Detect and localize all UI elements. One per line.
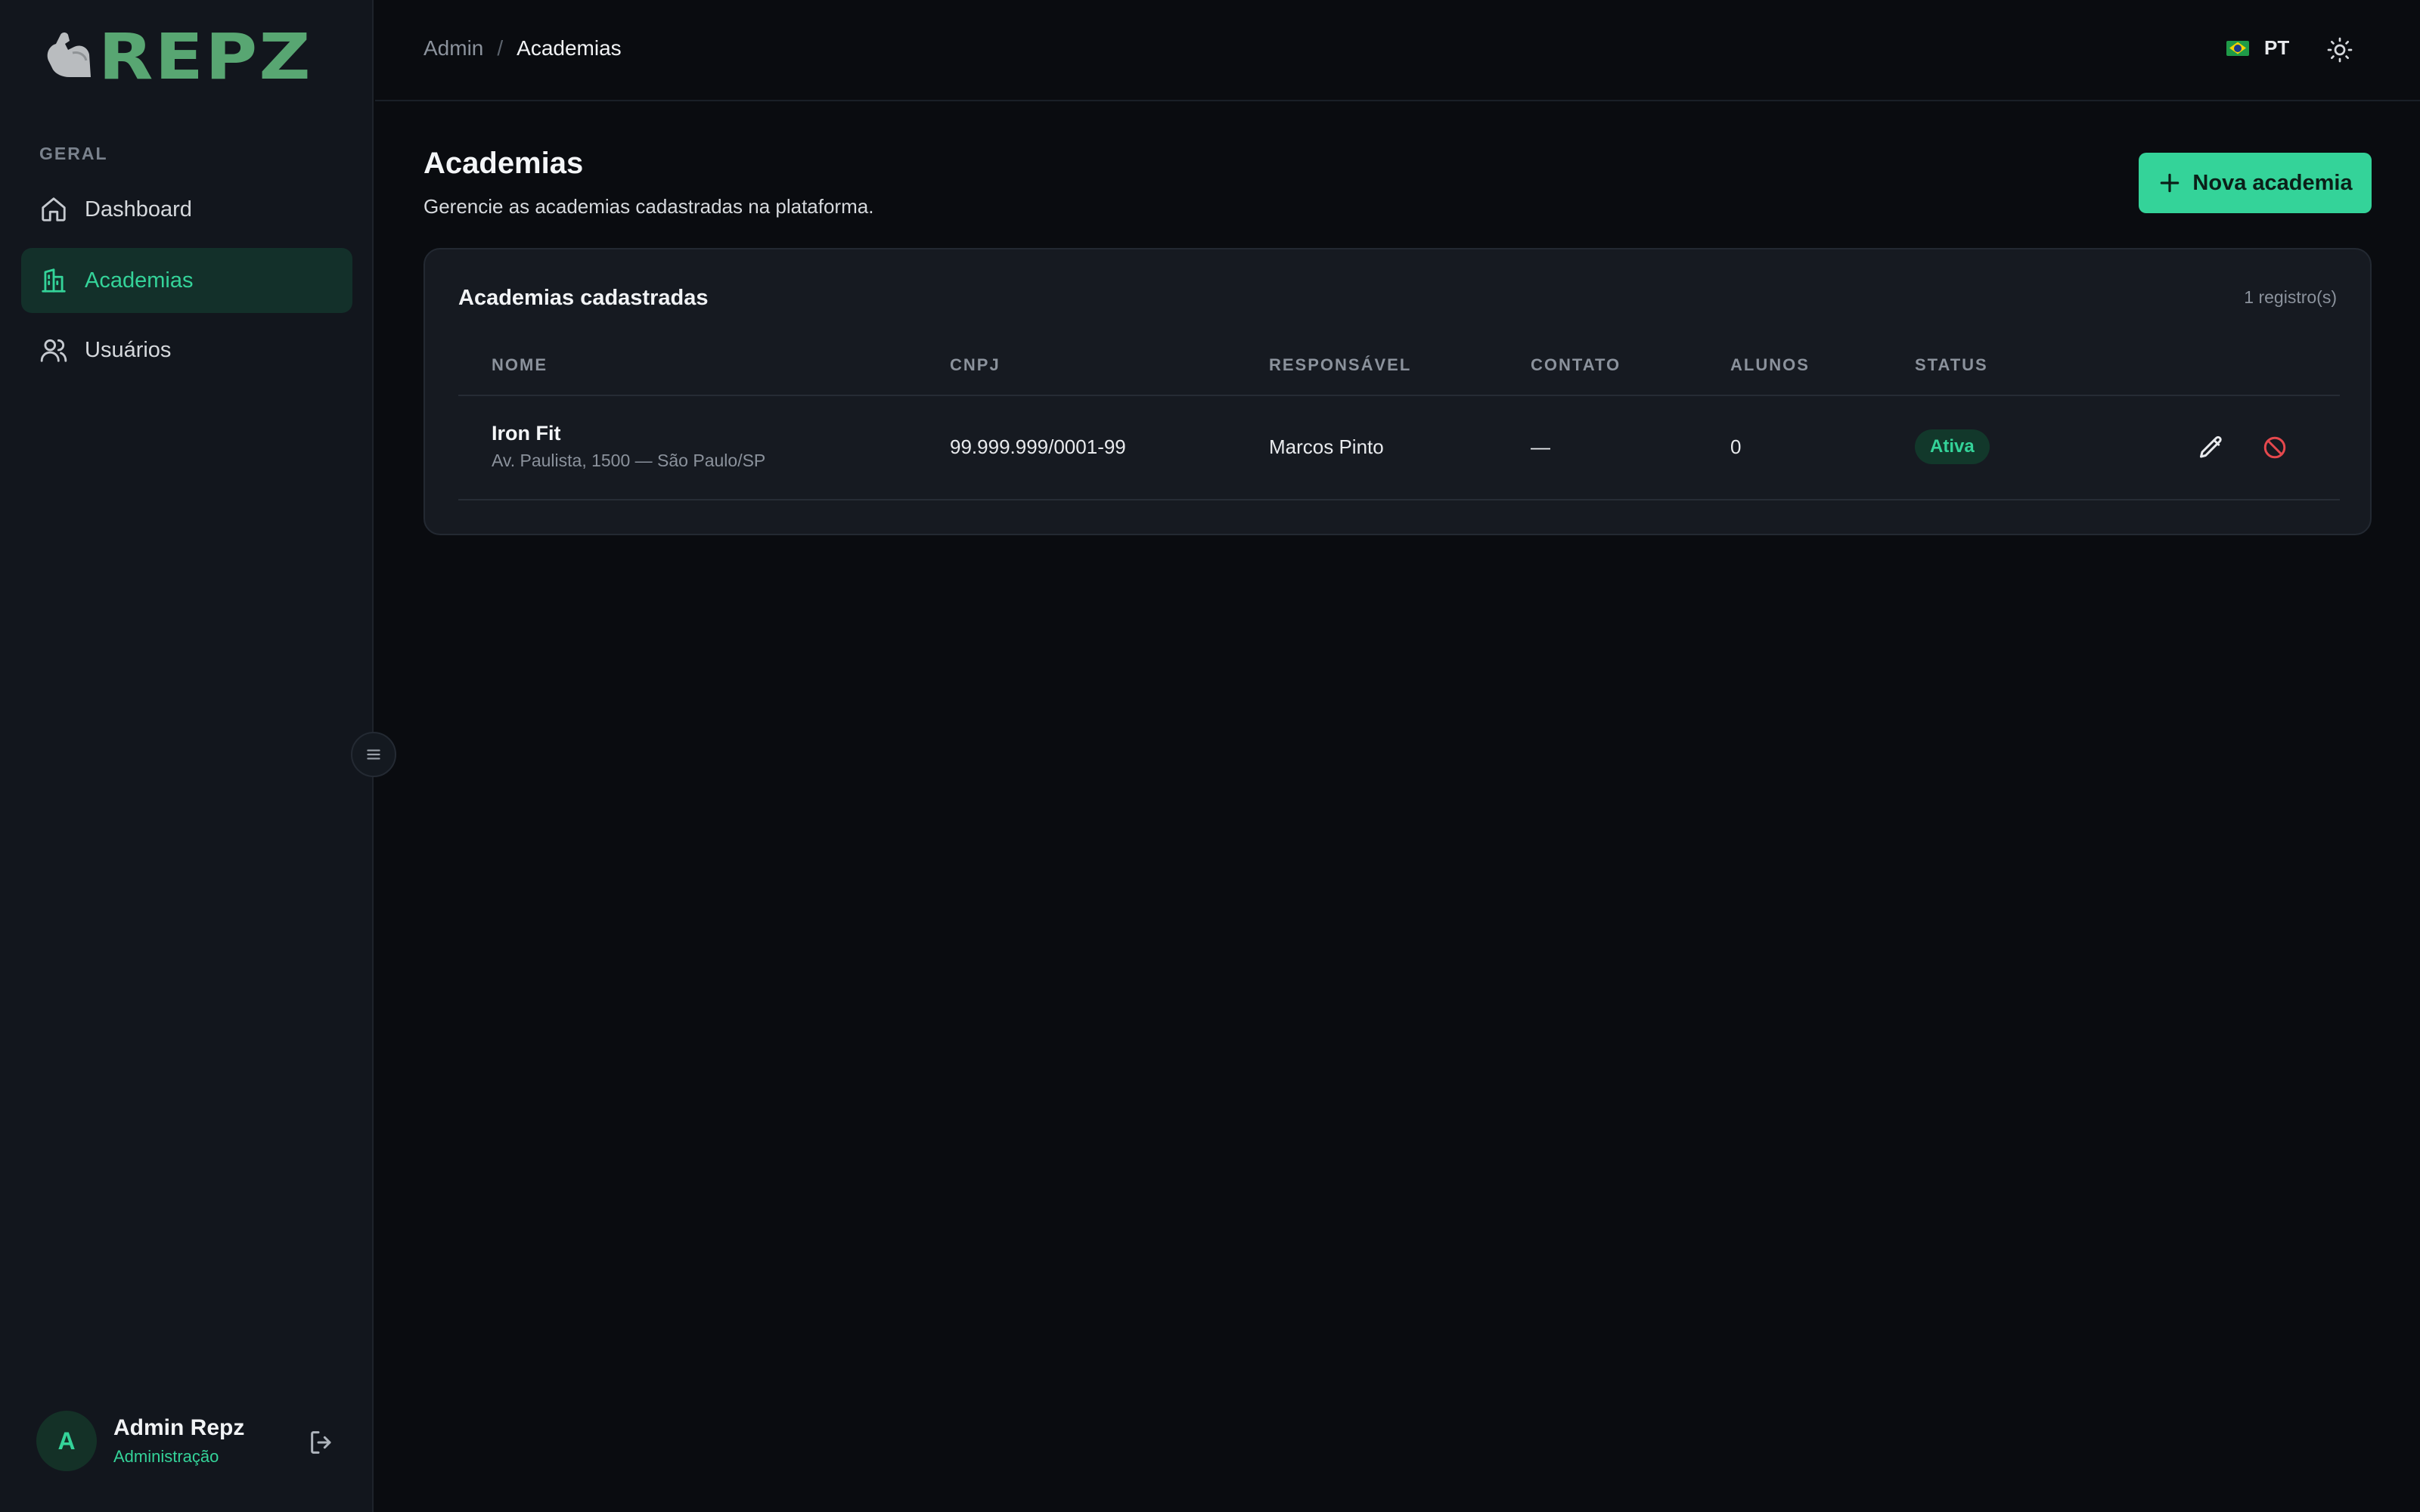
sidebar-item-dashboard[interactable]: Dashboard xyxy=(21,177,352,242)
home-icon xyxy=(42,197,66,222)
gym-responsavel: Marcos Pinto xyxy=(1269,435,1384,458)
academias-table-card: Academias cadastradas 1 registro(s) NOME… xyxy=(424,248,2372,535)
menu-icon xyxy=(367,749,380,760)
ban-icon xyxy=(2263,436,2286,459)
nav-section-label: GERAL xyxy=(39,144,108,163)
breadcrumb: Admin / Academias xyxy=(424,36,622,60)
user-name: Admin Repz xyxy=(113,1415,245,1440)
column-header-alunos[interactable]: ALUNOS xyxy=(1730,355,1810,375)
page-subtitle: Gerencie as academias cadastradas na pla… xyxy=(424,195,874,218)
new-academia-label: Nova academia xyxy=(2192,170,2353,195)
sidebar-item-academias[interactable]: Academias xyxy=(21,248,352,313)
gym-alunos: 0 xyxy=(1730,435,1742,458)
repz-logo[interactable]: REPZ xyxy=(42,25,333,88)
language-code: PT xyxy=(2264,36,2290,59)
logout-icon xyxy=(311,1431,331,1454)
plus-icon xyxy=(2161,173,2180,193)
sidebar-toggle-button[interactable] xyxy=(351,732,396,777)
breadcrumb-root[interactable]: Admin xyxy=(424,36,483,60)
building-icon xyxy=(42,268,66,293)
table-row-divider xyxy=(458,499,2340,500)
sun-icon xyxy=(2327,37,2353,63)
column-header-status[interactable]: STATUS xyxy=(1915,355,1988,375)
page-title: Academias xyxy=(424,147,584,180)
status-badge: Ativa xyxy=(1915,429,1990,464)
sidebar-item-label: Usuários xyxy=(85,337,172,362)
topbar: Admin / Academias PT xyxy=(375,0,2420,101)
sidebar-item-label: Dashboard xyxy=(85,197,192,222)
gym-name: Iron Fit xyxy=(492,422,561,445)
column-header-contato[interactable]: CONTATO xyxy=(1531,355,1621,375)
user-role: Administração xyxy=(113,1447,219,1466)
column-header-responsavel[interactable]: RESPONSÁVEL xyxy=(1269,355,1411,375)
new-academia-button[interactable]: Nova academia xyxy=(2139,153,2372,213)
deactivate-button[interactable] xyxy=(2261,434,2288,461)
gym-contato: — xyxy=(1531,435,1550,458)
language-selector[interactable]: PT xyxy=(2226,36,2289,60)
record-count: 1 registro(s) xyxy=(2244,287,2337,307)
table-title: Academias cadastradas xyxy=(458,286,709,310)
brand-name: REPZ xyxy=(98,20,312,94)
gym-cnpj: 99.999.999/0001-99 xyxy=(950,435,1126,458)
logout-button[interactable] xyxy=(307,1427,337,1458)
brazil-flag-icon xyxy=(2226,40,2249,56)
users-icon xyxy=(40,339,67,362)
sidebar-item-label: Academias xyxy=(85,268,194,293)
breadcrumb-separator: / xyxy=(497,36,504,60)
flexed-arm-icon xyxy=(47,33,91,77)
sidebar: REPZ GERAL Dashboard Academias Usuários … xyxy=(0,0,374,1512)
column-header-nome[interactable]: NOME xyxy=(492,355,548,375)
breadcrumb-current: Academias xyxy=(517,36,622,60)
sidebar-item-usuarios[interactable]: Usuários xyxy=(21,318,352,383)
avatar[interactable]: A xyxy=(36,1411,97,1471)
gym-address: Av. Paulista, 1500 — São Paulo/SP xyxy=(492,451,766,470)
pencil-icon xyxy=(2200,435,2222,458)
user-profile: A Admin Repz Administração xyxy=(36,1411,244,1471)
theme-toggle-button[interactable] xyxy=(2326,36,2353,64)
edit-button[interactable] xyxy=(2198,434,2225,461)
column-header-cnpj[interactable]: CNPJ xyxy=(950,355,1001,375)
table-header-divider xyxy=(458,395,2340,396)
